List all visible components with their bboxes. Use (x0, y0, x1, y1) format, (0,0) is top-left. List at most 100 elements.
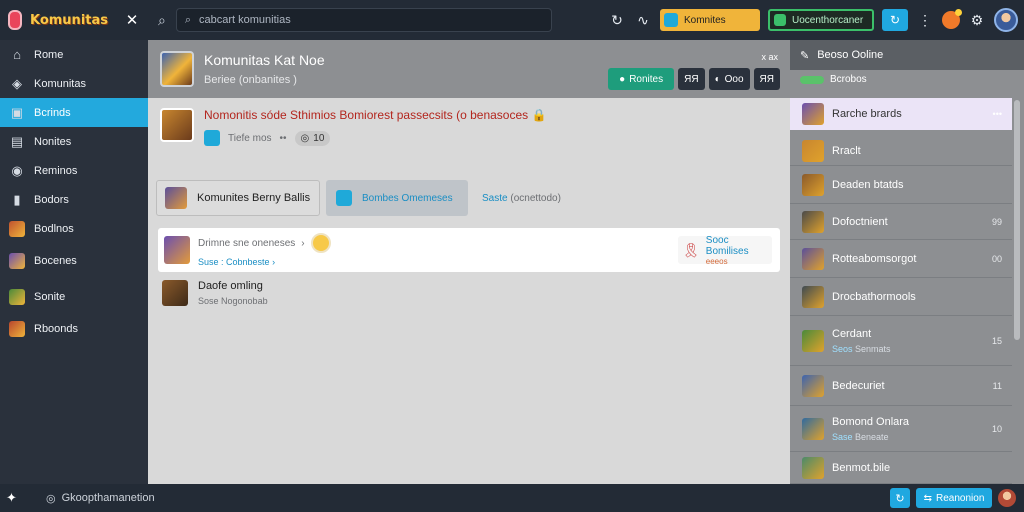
sort-sub: (ocnettodo) (510, 192, 561, 204)
post-title[interactable]: Drimne sne oneneses › (198, 233, 331, 253)
sort-link[interactable]: Saste (ocnettodo) (482, 193, 561, 204)
notification-icon[interactable] (942, 9, 962, 29)
game-thumb-icon (0, 320, 34, 337)
community-sub: Seos Senmats (832, 344, 891, 354)
sort-label: Saste (482, 192, 508, 204)
community-name: Rotteabomsorgot (832, 252, 917, 265)
action-c-icon: ◐ (714, 73, 721, 85)
community-thumb (802, 374, 824, 397)
pill-green-label: Uocenthorcaner (792, 14, 864, 26)
community-name: Rraclt (832, 144, 861, 157)
topic-title[interactable]: Nomonitis sóde Sthimios Bomiorest passec… (204, 108, 546, 122)
community-list-item[interactable]: Rotteabomsorgot 00 (790, 240, 1012, 278)
right-panel-scrollbar[interactable] (1014, 100, 1020, 340)
action-b-button[interactable]: ЯЯ (678, 68, 705, 90)
activity-icon[interactable]: ∿ (634, 12, 652, 29)
community-meta: 00 (991, 253, 1002, 264)
community-thumb (802, 417, 824, 440)
status-pill[interactable]: Uocenthorcaner (768, 9, 874, 31)
sync-button[interactable]: ↻ (882, 9, 908, 31)
community-list-item[interactable]: Rarche brards ••• (790, 98, 1012, 130)
sidebar-item-label: Bocenes (34, 254, 77, 267)
bottom-button-icon: ⇆ (923, 492, 932, 504)
sidebar-item-5[interactable]: ◉ Reminos (0, 156, 148, 185)
bottom-refresh-button[interactable]: ↻ (890, 488, 910, 508)
refresh-icon[interactable]: ↻ (608, 12, 626, 29)
action-d-label: ЯЯ (759, 73, 774, 85)
community-sub-a: Sase (832, 431, 853, 442)
reply-count: ◎ 10 (294, 130, 331, 146)
game-thumb-icon (0, 220, 34, 237)
community-list-item[interactable]: Drocbathormools (790, 278, 1012, 316)
award-badge[interactable]: 🎗 Sooc Bomilises eeeos (678, 234, 772, 266)
community-sub: Sase Beneate (832, 432, 909, 442)
main-content: Komunitas Kat Noe Beriee (onbanites ) x … (148, 40, 790, 484)
action-d-button[interactable]: ЯЯ (753, 68, 780, 90)
post-item-highlight[interactable]: Drimne sne oneneses › Suse : Cobnbeste ›… (158, 228, 780, 272)
community-list-item[interactable]: Deaden btatds (790, 166, 1012, 204)
sidebar-item-4[interactable]: ▤ Nonites (0, 127, 148, 156)
community-title: Komunitas Kat Noe (204, 52, 325, 68)
community-list-item[interactable]: Bomond Onlara Sase Beneate 10 (790, 406, 1012, 452)
reply-count-value: 10 (313, 132, 325, 144)
community-thumb (802, 173, 824, 196)
app-logo[interactable]: Komunitas (0, 0, 108, 40)
bottom-actions: ↻ ⇆ Reanonion (890, 488, 1016, 508)
header-close[interactable]: x ax (761, 52, 778, 62)
community-list-item[interactable]: Rraclt (790, 136, 1012, 166)
user-avatar[interactable] (994, 8, 1018, 32)
topic-meta: Tiefe mos •• ◎ 10 (204, 130, 546, 146)
community-thumb (802, 329, 824, 352)
close-icon[interactable]: ✕ (124, 11, 140, 29)
settings-gear-icon[interactable]: ⚙ (968, 12, 986, 29)
community-list-item[interactable]: Dofoctnient 99 (790, 204, 1012, 240)
sidebar-item-1[interactable]: ⌂ Rome (0, 40, 148, 69)
search-icon[interactable]: ⌕ (158, 12, 166, 29)
search-input[interactable]: ⌕ cabcart komunitias (175, 8, 552, 32)
right-panel-tab[interactable]: Bcrobos (800, 74, 1024, 85)
sidebar-item-10[interactable]: Rboonds (0, 314, 148, 343)
community-subtitle: Beriee (onbanites ) (204, 74, 297, 86)
app-mark-icon[interactable]: ✦ (6, 490, 30, 506)
community-list-item[interactable]: Cerdant Seos Senmats 15 (790, 316, 1012, 366)
bottom-main-button[interactable]: ⇆ Reanonion (916, 488, 992, 508)
community-avatar (160, 51, 194, 87)
sidebar-item-7[interactable]: Bodlnos (0, 214, 148, 243)
pill-orange-icon (664, 13, 678, 27)
community-list-item[interactable]: Bedecuriet 11 (790, 366, 1012, 406)
post-title[interactable]: Daofe omling (198, 280, 268, 292)
topic-badge-icon (204, 130, 220, 146)
komunitas-pill[interactable]: Komnites (660, 9, 760, 31)
sidebar-item-label: Bodors (34, 193, 69, 206)
community-icon: ◈ (12, 75, 22, 91)
globe-icon: ◎ (46, 492, 56, 505)
action-c-label: Ooo (724, 73, 744, 85)
right-panel-header: ✎ Beoso Ooline (790, 40, 1024, 70)
community-list-item[interactable]: Benmot.bile (790, 452, 1012, 484)
community-name: Rarche brards (832, 108, 902, 120)
join-button[interactable]: ● Ronites (608, 68, 675, 90)
emoji-icon (310, 233, 331, 253)
community-name: Drocbathormools (832, 290, 916, 303)
community-thumb (802, 456, 824, 479)
community-card-label: Komunites Berny Ballis (197, 192, 311, 204)
sidebar-item-6[interactable]: ▮ Bodors (0, 185, 148, 214)
sidebar-item-3[interactable]: ▣ Bcrinds (0, 98, 148, 127)
post-item[interactable]: Daofe omling Sose Nogonobab (162, 280, 268, 306)
bottom-user-avatar[interactable] (998, 489, 1016, 507)
post-sub-b: Nogonobab (221, 296, 268, 306)
community-name: Benmot.bile (832, 461, 891, 474)
action-c-button[interactable]: ◐ Ooo (708, 68, 750, 90)
community-card[interactable]: Komunites Berny Ballis (156, 180, 320, 216)
filter-tab[interactable]: Bombes Omemeses (326, 180, 468, 216)
sidebar-item-9[interactable]: Sonite (0, 282, 148, 311)
sidebar-item-label: Bcrinds (34, 106, 71, 119)
community-thumb (802, 247, 824, 270)
sidebar-item-2[interactable]: ◈ Komunitas (0, 69, 148, 98)
award-title: Sooc Bomilises (705, 234, 749, 257)
pinned-topic[interactable]: Nomonitis sóde Sthimios Bomiorest passec… (148, 98, 790, 146)
more-vertical-icon[interactable]: ⋮ (916, 12, 934, 29)
sidebar-item-label: Komunitas (34, 77, 86, 90)
sidebar-item-8[interactable]: Bocenes (0, 246, 148, 275)
post-title-arrow: › (301, 237, 305, 249)
